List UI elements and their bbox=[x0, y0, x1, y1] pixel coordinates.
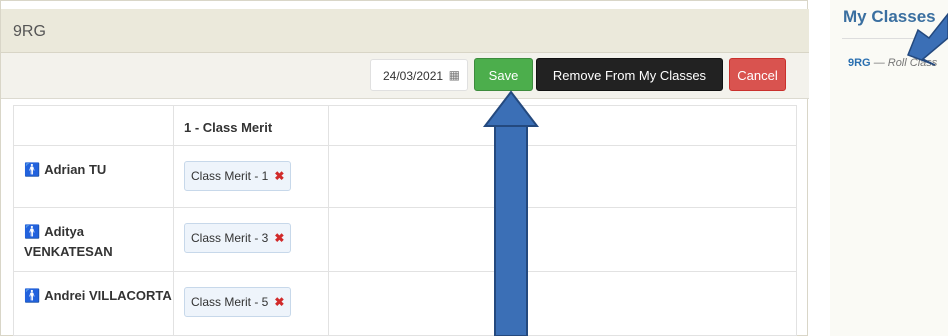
annotation-arrow-diagonal bbox=[907, 12, 948, 66]
annotation-overlay bbox=[482, 12, 948, 336]
annotation-arrow-up bbox=[482, 90, 540, 336]
